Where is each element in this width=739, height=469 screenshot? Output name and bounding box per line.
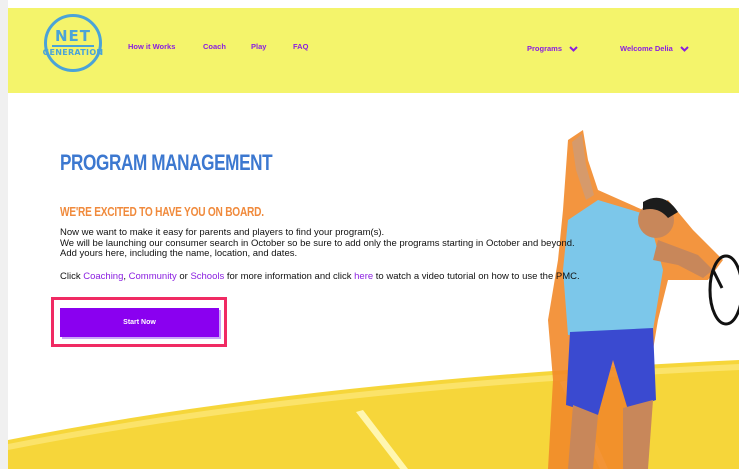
tennis-player-illustration [548,130,739,469]
chevron-down-icon [680,45,689,52]
page-subtitle: WE'RE EXCITED TO HAVE YOU ON BOARD. [60,204,264,219]
community-link[interactable]: Community [129,271,177,282]
nav-faq[interactable]: FAQ [293,42,308,51]
chevron-down-icon [569,45,578,52]
logo-text-bottom: GENERATION [42,48,104,57]
site-header: NET GENERATION How it Works Coach Play F… [8,8,739,93]
help-text-start: Click [60,271,84,282]
user-menu-label: Welcome Delia [620,44,673,53]
logo-text-top: NET [51,29,95,47]
page: NET GENERATION How it Works Coach Play F… [8,0,739,469]
nav-play[interactable]: Play [251,42,266,51]
help-text-middle: for more information and click [224,271,355,282]
intro-line-3: Add yours here, including the name, loca… [60,248,298,259]
coaching-link[interactable]: Coaching [83,271,123,282]
net-generation-logo[interactable]: NET GENERATION [42,14,104,72]
user-menu-dropdown[interactable]: Welcome Delia [620,44,689,53]
help-text-end: to watch a video tutorial on how to use … [373,271,580,282]
start-now-button[interactable]: Start Now [60,308,219,337]
help-text-or: or [176,271,191,282]
schools-link[interactable]: Schools [190,271,224,282]
intro-text: Now we want to make it easy for parents … [60,227,680,260]
page-title: PROGRAM MANAGEMENT [60,150,273,175]
intro-line-2: We will be launching our consumer search… [60,237,575,249]
programs-dropdown-label: Programs [527,44,563,53]
help-text: Click Coaching, Community or Schools for… [60,271,680,282]
video-tutorial-link[interactable]: here [354,271,373,282]
intro-line-1: Now we want to make it easy for parents … [60,227,385,238]
nav-coach[interactable]: Coach [203,42,226,51]
nav-how-it-works[interactable]: How it Works [128,42,175,51]
programs-dropdown[interactable]: Programs [527,44,578,53]
